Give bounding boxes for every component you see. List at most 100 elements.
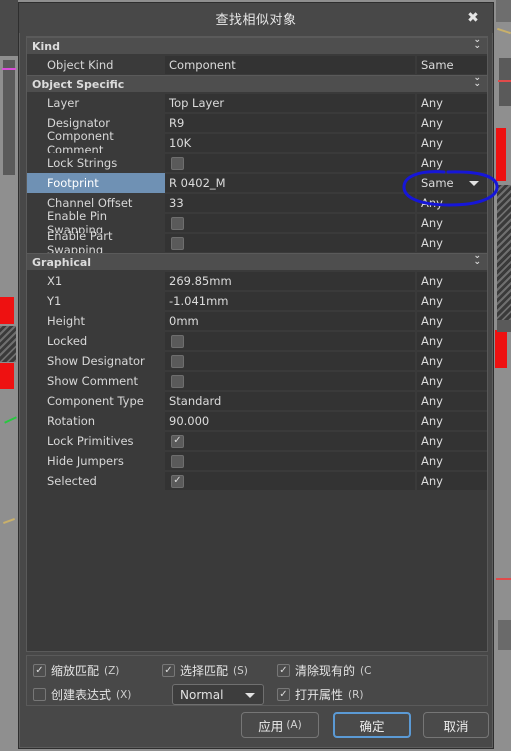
section-title: Graphical bbox=[32, 255, 92, 269]
table-row[interactable]: Selected ✓ Any bbox=[27, 471, 487, 491]
table-row[interactable]: Footprint R 0402_M Same bbox=[27, 173, 487, 193]
section-header-object-specific[interactable]: Object Specific ⌄ ⌄ bbox=[27, 74, 487, 93]
row-value[interactable]: ✓ bbox=[165, 472, 415, 490]
pcb-shape bbox=[497, 320, 511, 332]
row-value[interactable]: ✓ bbox=[165, 432, 415, 450]
row-match-mode[interactable]: Same bbox=[417, 56, 487, 74]
row-match-mode[interactable]: Any bbox=[417, 452, 487, 470]
table-row[interactable]: Y1 -1.041mm Any bbox=[27, 291, 487, 311]
row-match-mode[interactable]: Any bbox=[417, 312, 487, 330]
row-value[interactable]: 0mm bbox=[165, 312, 415, 330]
option-create-expression[interactable]: ✓ 创建表达式 (X) bbox=[33, 686, 131, 703]
row-match-mode[interactable]: Any bbox=[417, 154, 487, 172]
chevron-double-down-icon[interactable]: ⌄ ⌄ bbox=[473, 37, 481, 51]
row-value[interactable]: ✓ bbox=[165, 352, 415, 370]
row-value[interactable]: ✓ bbox=[165, 452, 415, 470]
row-value[interactable]: R9 bbox=[165, 114, 415, 132]
clear-existing-checkbox[interactable]: ✓ bbox=[277, 664, 290, 677]
select-match-checkbox[interactable]: ✓ bbox=[162, 664, 175, 677]
option-open-properties[interactable]: ✓ 打开属性 (R) bbox=[277, 686, 364, 703]
row-value[interactable]: ✓ bbox=[165, 154, 415, 172]
row-match-mode[interactable]: Any bbox=[417, 392, 487, 410]
row-match-mode[interactable]: Any bbox=[417, 114, 487, 132]
row-match-mode[interactable]: Same bbox=[417, 174, 487, 192]
pcb-trace bbox=[497, 27, 511, 35]
row-match-mode[interactable]: Any bbox=[417, 372, 487, 390]
zoom-match-label: 缩放匹配 bbox=[51, 664, 100, 678]
table-row[interactable]: Lock Strings ✓ Any bbox=[27, 153, 487, 173]
chevron-double-down-icon[interactable]: ⌄ ⌄ bbox=[473, 252, 481, 267]
row-value[interactable]: 90.000 bbox=[165, 412, 415, 430]
row-value[interactable]: Component bbox=[165, 56, 415, 74]
row-value[interactable]: R 0402_M bbox=[165, 174, 415, 192]
row-value[interactable]: 269.85mm bbox=[165, 272, 415, 290]
option-zoom-match[interactable]: ✓ 缩放匹配 (Z) bbox=[33, 662, 119, 679]
row-match-mode[interactable]: Any bbox=[417, 352, 487, 370]
row-match-mode[interactable]: Any bbox=[417, 292, 487, 310]
row-match-mode[interactable]: Any bbox=[417, 134, 487, 152]
table-row[interactable]: Height 0mm Any bbox=[27, 311, 487, 331]
ok-button[interactable]: 确定 bbox=[333, 712, 411, 738]
row-match-mode[interactable]: Any bbox=[417, 94, 487, 112]
option-select-match[interactable]: ✓ 选择匹配 (S) bbox=[162, 662, 248, 679]
cancel-button[interactable]: 取消 bbox=[423, 712, 489, 738]
table-row[interactable]: Show Designator ✓ Any bbox=[27, 351, 487, 371]
row-match-mode-value: Any bbox=[421, 374, 443, 388]
chevron-down-icon[interactable] bbox=[469, 181, 479, 186]
pcb-trace bbox=[3, 518, 15, 524]
row-value-checkbox[interactable]: ✓ bbox=[171, 156, 184, 170]
attributes-grid[interactable]: Kind ⌄ ⌄ Object Kind Component Same Object Spe… bbox=[26, 36, 488, 652]
row-label: Rotation bbox=[27, 411, 165, 431]
option-clear-existing[interactable]: ✓ 清除现有的 (C bbox=[277, 662, 371, 679]
table-row[interactable]: X1 269.85mm Any bbox=[27, 271, 487, 291]
chevron-double-down-icon[interactable]: ⌄ ⌄ bbox=[473, 74, 481, 89]
table-row[interactable]: Lock Primitives ✓ Any bbox=[27, 431, 487, 451]
row-value[interactable]: ✓ bbox=[165, 234, 415, 252]
table-row[interactable]: Hide Jumpers ✓ Any bbox=[27, 451, 487, 471]
apply-button[interactable]: 应用 (A) bbox=[241, 712, 319, 738]
row-match-mode[interactable]: Any bbox=[417, 272, 487, 290]
table-row[interactable]: Locked ✓ Any bbox=[27, 331, 487, 351]
row-value[interactable]: Standard bbox=[165, 392, 415, 410]
row-value-checkbox[interactable]: ✓ bbox=[171, 334, 184, 348]
row-value-checkbox[interactable]: ✓ bbox=[171, 374, 184, 388]
clear-existing-mnemonic: (C bbox=[360, 664, 372, 677]
match-mode-select[interactable]: Normal bbox=[172, 684, 264, 705]
row-value-checkbox[interactable]: ✓ bbox=[171, 454, 184, 468]
row-match-mode[interactable]: Any bbox=[417, 332, 487, 350]
table-row[interactable]: Enable Part Swapping ✓ Any bbox=[27, 229, 487, 257]
close-icon[interactable]: ✖ bbox=[463, 8, 483, 28]
create-expression-checkbox[interactable]: ✓ bbox=[33, 688, 46, 701]
row-value-checkbox[interactable]: ✓ bbox=[171, 236, 184, 250]
row-value[interactable]: -1.041mm bbox=[165, 292, 415, 310]
row-value[interactable]: Top Layer bbox=[165, 94, 415, 112]
row-value-checkbox[interactable]: ✓ bbox=[171, 354, 184, 368]
table-row[interactable]: Show Comment ✓ Any bbox=[27, 371, 487, 391]
row-value-checkbox[interactable]: ✓ bbox=[171, 474, 184, 488]
row-value-checkbox[interactable]: ✓ bbox=[171, 434, 184, 448]
row-match-mode[interactable]: Any bbox=[417, 234, 487, 252]
row-value[interactable]: ✓ bbox=[165, 214, 415, 232]
row-value-checkbox[interactable]: ✓ bbox=[171, 216, 184, 230]
row-value[interactable]: 10K bbox=[165, 134, 415, 152]
row-match-mode[interactable]: Any bbox=[417, 214, 487, 232]
zoom-match-checkbox[interactable]: ✓ bbox=[33, 664, 46, 677]
section-header-graphical[interactable]: Graphical ⌄ ⌄ bbox=[27, 252, 487, 271]
row-value[interactable]: ✓ bbox=[165, 332, 415, 350]
table-row[interactable]: Component Comment 10K Any bbox=[27, 129, 487, 157]
table-row[interactable]: Rotation 90.000 Any bbox=[27, 411, 487, 431]
row-match-mode[interactable]: Any bbox=[417, 194, 487, 212]
pcb-shape bbox=[498, 620, 511, 650]
select-match-mnemonic: (S) bbox=[233, 664, 248, 677]
row-value[interactable]: ✓ bbox=[165, 372, 415, 390]
open-properties-checkbox[interactable]: ✓ bbox=[277, 688, 290, 701]
table-row[interactable]: Object Kind Component Same bbox=[27, 55, 487, 75]
table-row[interactable]: Component Type Standard Any bbox=[27, 391, 487, 411]
row-match-mode[interactable]: Any bbox=[417, 412, 487, 430]
clear-existing-label: 清除现有的 bbox=[295, 664, 356, 678]
row-match-mode[interactable]: Any bbox=[417, 472, 487, 490]
row-value[interactable]: 33 bbox=[165, 194, 415, 212]
table-row[interactable]: Layer Top Layer Any bbox=[27, 93, 487, 113]
section-header-kind[interactable]: Kind ⌄ ⌄ bbox=[27, 37, 487, 55]
row-match-mode[interactable]: Any bbox=[417, 432, 487, 450]
